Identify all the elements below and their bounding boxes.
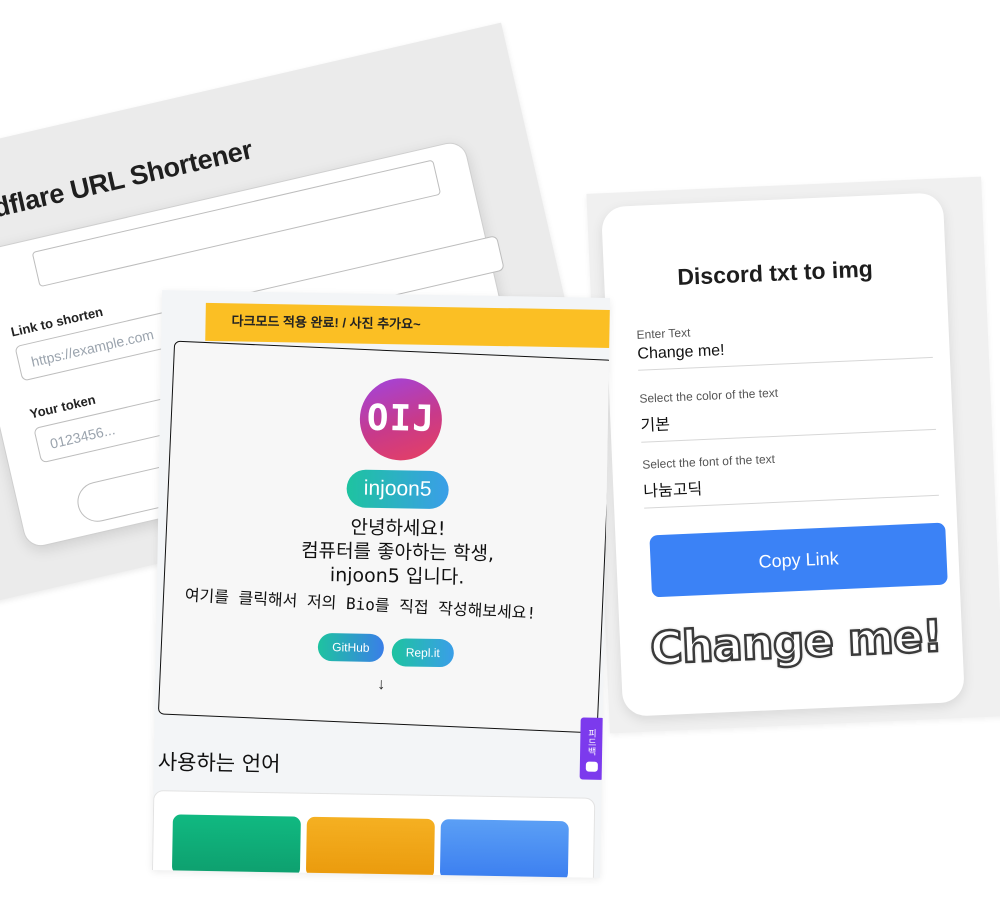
text-preview-image: Change me!	[648, 610, 944, 676]
text-field-label: Enter Text	[636, 325, 691, 342]
feedback-label: 피드백	[586, 728, 598, 756]
announcement-banner: 다크모드 적용 완료! / 사진 추가요~	[205, 302, 611, 349]
greeting-line: injoon5 입니다.	[329, 564, 465, 589]
color-select-label: Select the color of the text	[639, 385, 779, 406]
copy-link-button[interactable]: Copy Link	[649, 522, 948, 598]
scroll-down-arrow-icon[interactable]: ↓	[377, 676, 385, 694]
font-select-label: Select the font of the text	[641, 451, 776, 472]
color-select[interactable]: 기본	[639, 398, 937, 443]
font-select[interactable]: 나눔고딕	[642, 464, 939, 509]
discord-txt-to-img-screenshot: Discord txt to img Enter Text Change me!…	[586, 176, 1000, 734]
bio-page-screenshot: 다크모드 적용 완료! / 사진 추가요~ OIJ injoon5 안녕하세요!…	[151, 290, 611, 878]
language-tile[interactable]	[305, 816, 435, 878]
greeting-line: 컴퓨터를 좋아하는 학생,	[300, 539, 495, 565]
language-tile[interactable]	[439, 819, 569, 878]
language-tile[interactable]	[171, 814, 301, 877]
discord-card: Discord txt to img Enter Text Change me!…	[601, 192, 965, 717]
feedback-face-icon	[585, 761, 598, 772]
username-badge: injoon5	[346, 469, 449, 510]
feedback-tab[interactable]: 피드백	[579, 717, 605, 780]
replit-link-button[interactable]: Repl.it	[391, 638, 455, 668]
languages-heading: 사용하는 언어	[157, 750, 281, 777]
github-link-button[interactable]: GitHub	[317, 632, 385, 663]
greeting-text: 안녕하세요! 컴퓨터를 좋아하는 학생, injoon5 입니다.	[277, 514, 518, 590]
page-title: Discord txt to img	[676, 255, 874, 290]
